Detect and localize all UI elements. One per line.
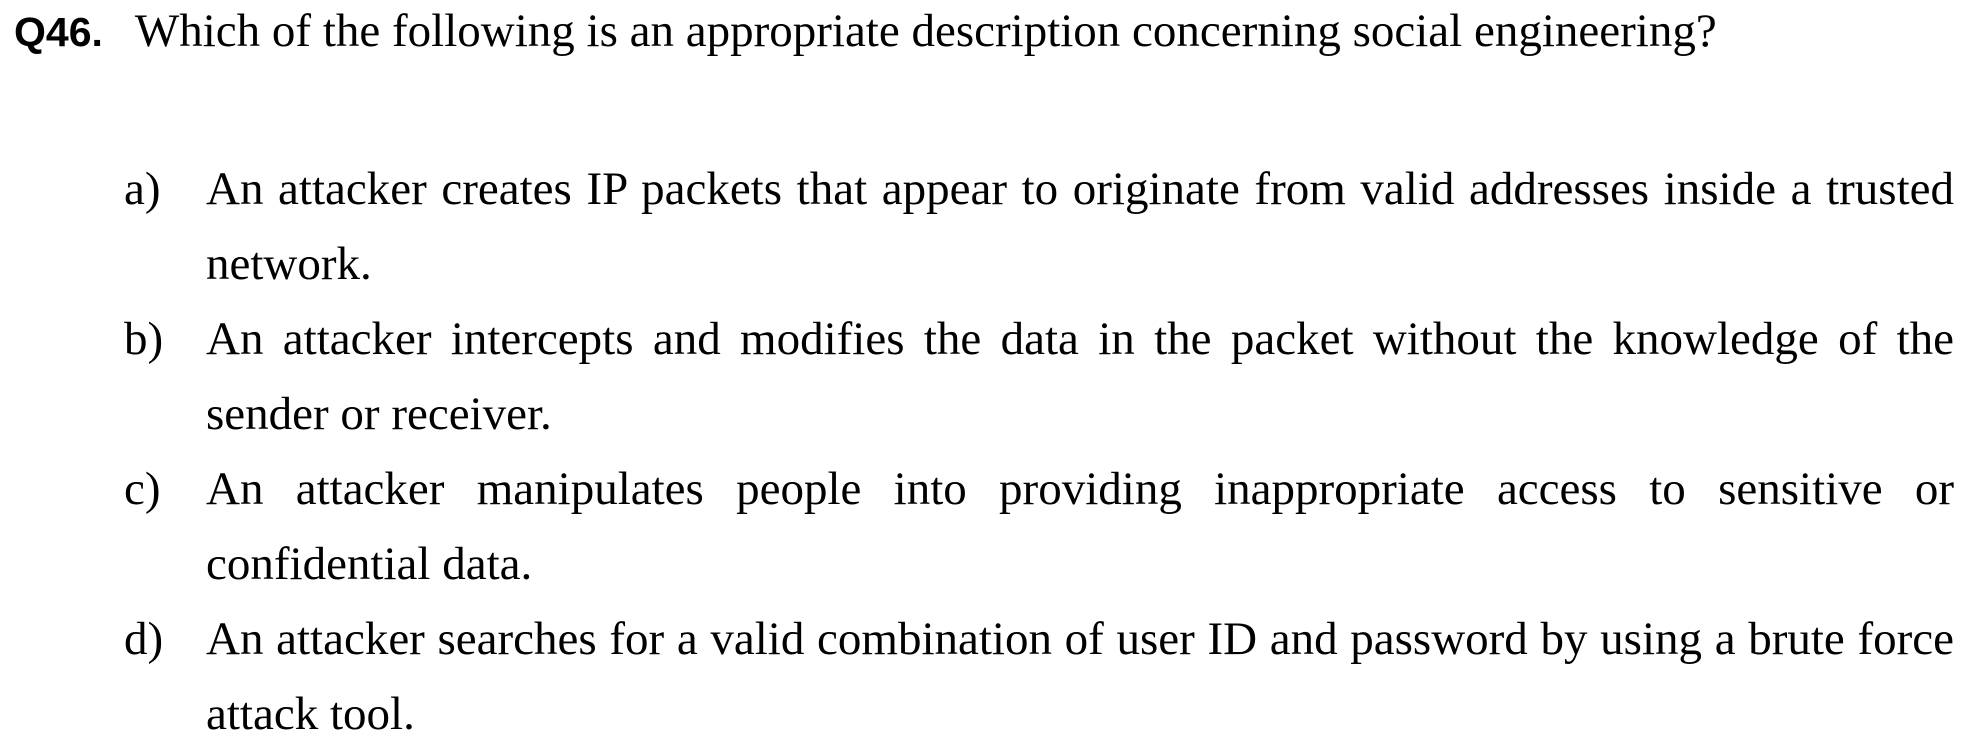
- question-text: Which of the following is an appropriate…: [134, 5, 1717, 57]
- option-text: An attacker intercepts and modifies the …: [206, 313, 1954, 440]
- question: Q46. Which of the following is an approp…: [14, 4, 1954, 84]
- option-a: a) An attacker creates IP packets that a…: [124, 152, 1954, 302]
- option-c: c) An attacker manipulates people into p…: [124, 452, 1954, 602]
- option-text: An attacker creates IP packets that appe…: [206, 163, 1954, 290]
- option-text: An attacker searches for a valid combina…: [206, 613, 1954, 740]
- option-letter: b): [124, 313, 164, 365]
- question-number: Q46.: [14, 9, 103, 55]
- answer-options: a) An attacker creates IP packets that a…: [124, 152, 1954, 752]
- option-letter: a): [124, 163, 161, 215]
- option-letter: c): [124, 463, 161, 515]
- option-text: An attacker manipulates people into prov…: [206, 463, 1954, 590]
- option-d: d) An attacker searches for a valid comb…: [124, 602, 1954, 752]
- option-b: b) An attacker intercepts and modifies t…: [124, 302, 1954, 452]
- option-letter: d): [124, 613, 164, 665]
